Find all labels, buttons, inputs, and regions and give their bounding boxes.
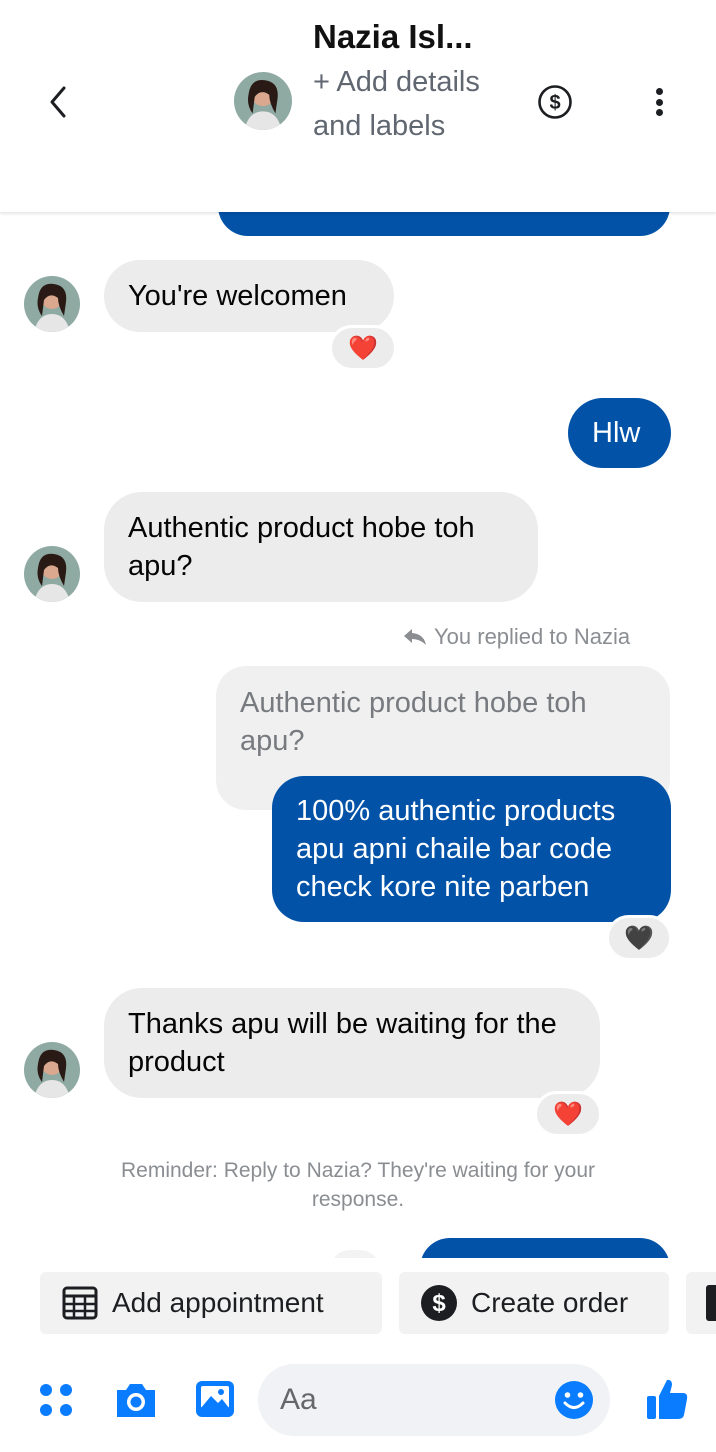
create-order-button[interactable]: $ Create order: [399, 1272, 669, 1334]
gallery-button[interactable]: [192, 1376, 238, 1422]
chip-label: Create order: [471, 1287, 629, 1318]
dollar-circle-icon: $: [538, 85, 572, 119]
chevron-left-icon: [50, 86, 66, 118]
more-actions-chip[interactable]: [686, 1272, 716, 1334]
message-text: 100% authentic products apu apni chaile …: [296, 795, 616, 903]
quick-actions-bar: Add appointment $ Create order: [0, 1258, 716, 1354]
incoming-message[interactable]: Thanks apu will be waiting for the produ…: [104, 988, 600, 1098]
document-icon: [706, 1285, 716, 1321]
incoming-message[interactable]: Authentic product hobe toh apu?: [104, 492, 538, 602]
svg-text:$: $: [549, 92, 560, 114]
message-text: You're welcomen: [128, 280, 347, 312]
message-input[interactable]: [280, 1364, 540, 1436]
image-icon: [196, 1381, 234, 1417]
contact-avatar[interactable]: [24, 1042, 80, 1098]
thumbs-up-icon: [647, 1379, 688, 1419]
message-input-wrapper: [258, 1364, 610, 1436]
contact-name[interactable]: Nazia Isl...: [313, 18, 473, 56]
message-text: Authentic product hobe toh apu?: [128, 512, 475, 582]
calendar-icon: [60, 1283, 100, 1323]
more-options-button[interactable]: [648, 84, 670, 120]
outgoing-message[interactable]: Hlw: [568, 398, 671, 468]
message-text: Thanks apu will be waiting for the produ…: [128, 1008, 557, 1078]
contact-avatar[interactable]: [24, 546, 80, 602]
message-thread[interactable]: You're welcomen ❤️ Hlw Authentic product…: [0, 0, 716, 1452]
reminder-text: Reminder: Reply to Nazia? They're waitin…: [121, 1159, 595, 1211]
back-button[interactable]: [40, 82, 76, 122]
message-text: Hlw: [592, 417, 641, 449]
grid-icon: [40, 1384, 72, 1416]
quoted-text: Authentic product hobe toh apu?: [240, 687, 587, 757]
dot: [655, 88, 663, 95]
svg-text:$: $: [432, 1290, 446, 1317]
chip-label: Add appointment: [112, 1287, 324, 1318]
camera-icon: [117, 1384, 155, 1417]
reply-arrow-icon: [404, 629, 426, 645]
heart-reaction[interactable]: ❤️: [534, 1091, 602, 1137]
dot: [655, 109, 663, 116]
emoji-button[interactable]: [554, 1380, 594, 1420]
apps-button[interactable]: [36, 1380, 76, 1420]
header-avatar[interactable]: [234, 72, 292, 130]
black-heart-reaction[interactable]: 🖤: [606, 915, 672, 961]
dot: [655, 98, 663, 106]
add-appointment-button[interactable]: Add appointment: [40, 1272, 382, 1334]
like-button[interactable]: [642, 1374, 692, 1424]
chat-header: Nazia Isl... + Add details and labels $: [0, 0, 716, 212]
reply-indicator: You replied to Nazia: [402, 624, 630, 650]
camera-button[interactable]: [112, 1378, 160, 1422]
payment-button[interactable]: $: [537, 84, 573, 120]
dollar-icon: $: [419, 1283, 459, 1323]
smiley-icon: [555, 1381, 593, 1419]
message-composer: [0, 1354, 716, 1452]
add-details-link[interactable]: + Add details and labels: [313, 60, 503, 148]
incoming-message[interactable]: You're welcomen: [104, 260, 394, 332]
heart-reaction[interactable]: ❤️: [329, 325, 397, 371]
reply-note-text: You replied to Nazia: [434, 624, 631, 649]
contact-avatar[interactable]: [24, 276, 80, 332]
outgoing-message[interactable]: 100% authentic products apu apni chaile …: [272, 776, 671, 922]
